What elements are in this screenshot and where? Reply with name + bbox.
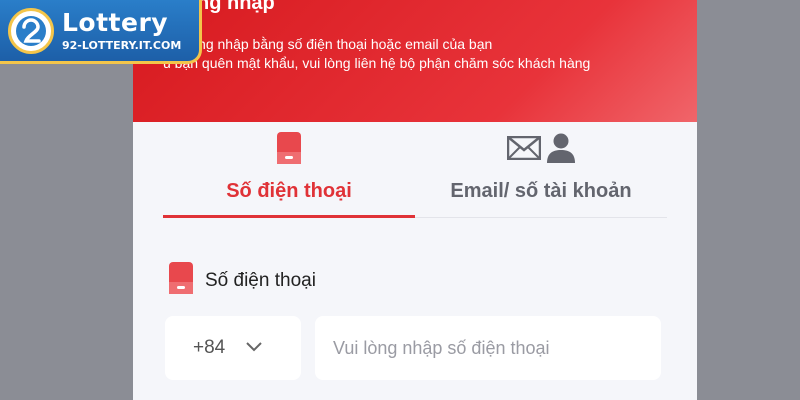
- active-tab-indicator: [163, 215, 415, 218]
- tab-phone-label: Số điện thoại: [226, 180, 352, 202]
- tab-email-account[interactable]: Email/ số tài khoản: [415, 122, 667, 217]
- login-instructions: ng đăng nhập bằng số điện thoại hoặc ema…: [163, 35, 633, 73]
- logo-url: 92-LOTTERY.IT.COM: [62, 39, 182, 52]
- login-card: ng nhập ng đăng nhập bằng số điện thoại …: [133, 0, 697, 400]
- tab-email-label: Email/ số tài khoản: [450, 180, 632, 202]
- logo-title: Lottery: [62, 8, 169, 37]
- chevron-down-icon: [245, 337, 263, 359]
- country-code-value: +84: [193, 337, 226, 358]
- phone-field-label: Số điện thoại: [169, 262, 316, 299]
- phone-icon: [277, 131, 301, 169]
- site-logo: Lottery 92-LOTTERY.IT.COM: [0, 0, 202, 64]
- login-header: ng nhập ng đăng nhập bằng số điện thoại …: [133, 0, 697, 122]
- country-code-select[interactable]: +84: [165, 316, 301, 380]
- mail-icon: [506, 135, 542, 165]
- phone-number-input[interactable]: [315, 316, 661, 380]
- tab-phone[interactable]: Số điện thoại: [163, 122, 415, 218]
- user-icon: [547, 133, 575, 168]
- page-title: ng nhập: [197, 0, 275, 14]
- login-method-tabs: Số điện thoại Email/ số tài khoản: [163, 122, 667, 218]
- instructions-line-2: u bạn quên mật khẩu, vui lòng liên hệ bộ…: [163, 55, 591, 71]
- phone-icon: [169, 262, 193, 299]
- phone-field-label-text: Số điện thoại: [205, 269, 316, 291]
- instructions-line-1: ng đăng nhập bằng số điện thoại hoặc ema…: [163, 36, 493, 52]
- logo-mark-icon: [8, 7, 54, 54]
